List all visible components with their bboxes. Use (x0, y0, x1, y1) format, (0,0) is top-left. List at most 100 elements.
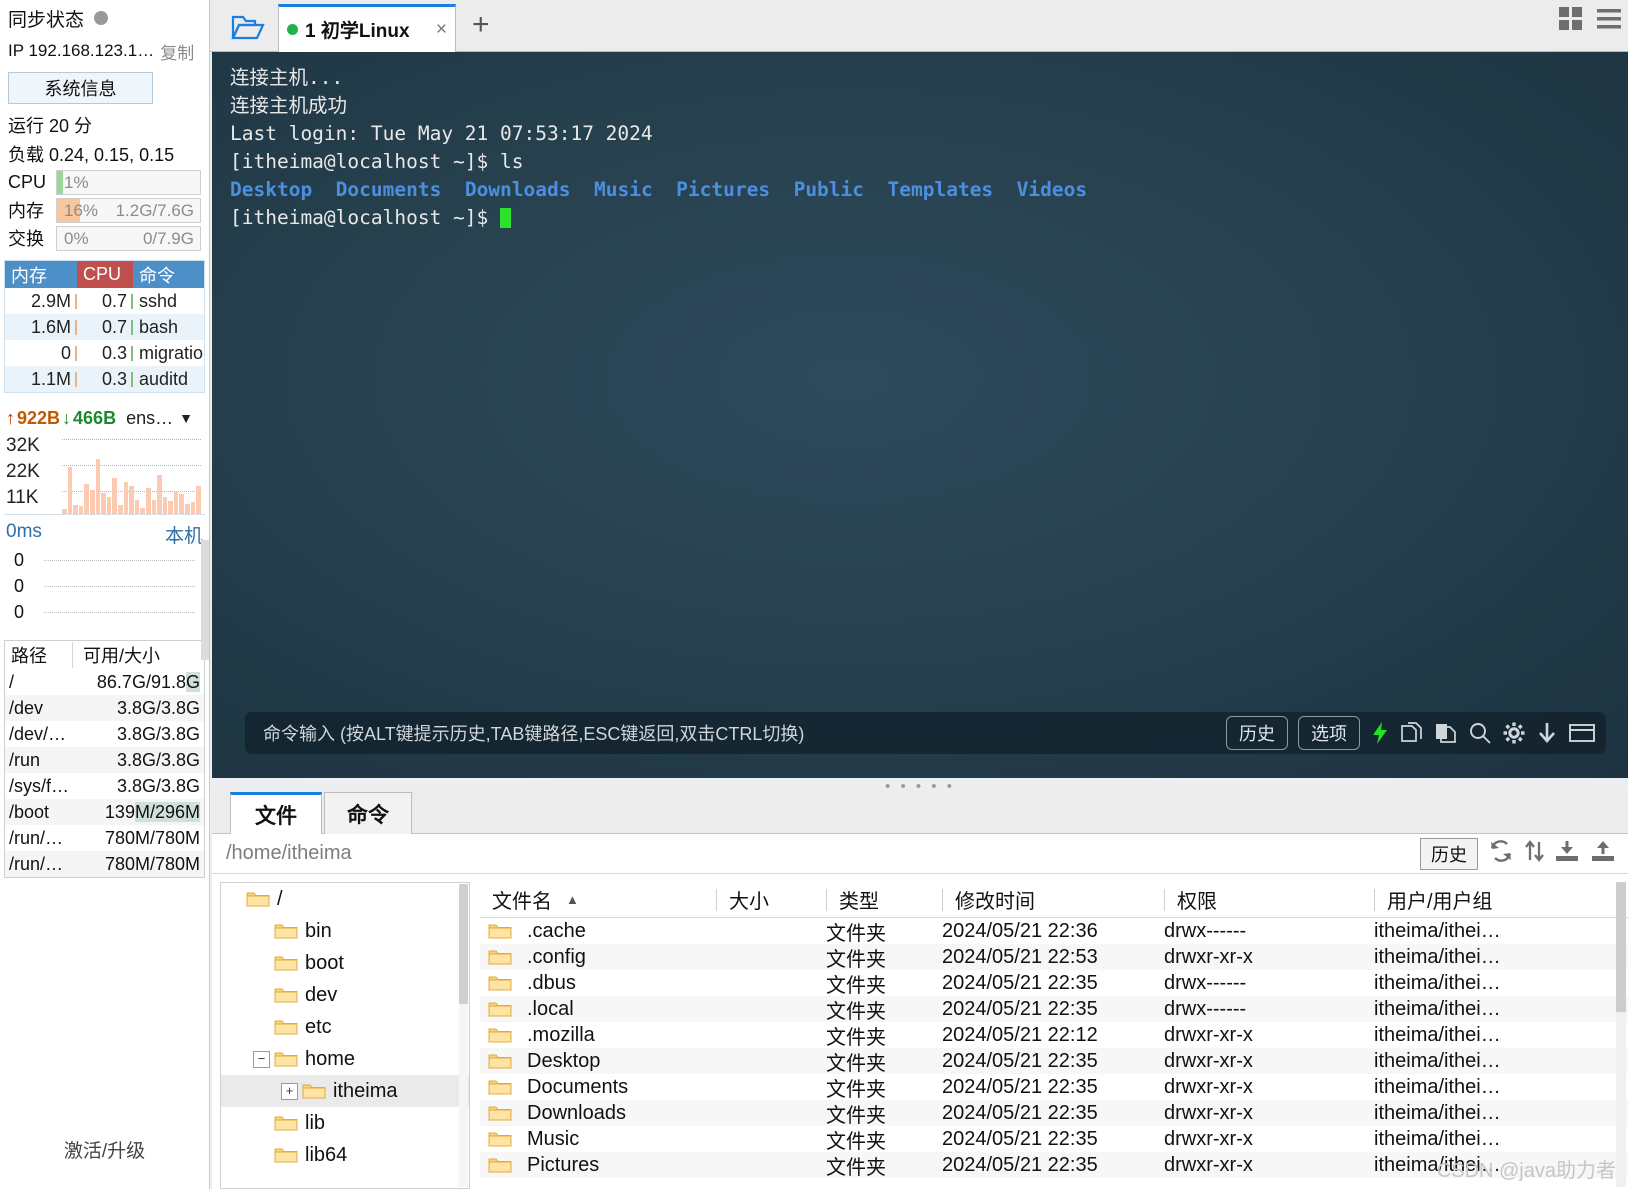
column-header-time[interactable]: 修改时间 (942, 888, 1164, 913)
new-tab-button[interactable]: + (472, 10, 490, 40)
table-row[interactable]: Music 文件夹 2024/05/21 22:35 drwxr-xr-x itheim… (480, 1126, 1628, 1153)
process-row[interactable]: 1.1M 0.3 auditd (5, 366, 204, 392)
process-col-mem[interactable]: 内存 (5, 261, 77, 288)
copy-ip-button[interactable]: 复制 (160, 39, 194, 64)
ip-row: IP 192.168.123.1… 复制 (0, 36, 209, 66)
history-button[interactable]: 历史 (1226, 716, 1288, 750)
tree-node-home[interactable]: − home (221, 1043, 469, 1075)
download-icon[interactable] (1536, 721, 1558, 745)
tree-node-dev[interactable]: dev (221, 979, 469, 1011)
command-input-bar[interactable]: 命令输入 (按ALT键提示历史,TAB键路径,ESC键返回,双击CTRL切换) … (245, 712, 1606, 754)
process-mem: 0 (5, 343, 77, 364)
tree-node-etc[interactable]: etc (221, 1011, 469, 1043)
session-tab-label: 1 初学Linux (305, 21, 410, 42)
table-row[interactable]: Desktop 文件夹 2024/05/21 22:35 drwxr-xr-x ithe… (480, 1048, 1628, 1075)
tree-node-boot[interactable]: boot (221, 947, 469, 979)
upload-icon[interactable] (1590, 839, 1616, 868)
column-header-type[interactable]: 类型 (826, 888, 942, 913)
close-icon[interactable]: × (436, 19, 447, 41)
tree-expander[interactable]: + (281, 1082, 298, 1100)
disk-row[interactable]: /run 3.8G/3.8G (5, 747, 204, 773)
process-col-cmd[interactable]: 命令 (133, 261, 204, 288)
disk-row[interactable]: /boot 139M/296M (5, 799, 204, 825)
table-row[interactable]: .local 文件夹 2024/05/21 22:35 drwx------ ithei… (480, 996, 1628, 1023)
disk-col-size[interactable]: 可用/大小 (73, 642, 204, 668)
gear-icon[interactable] (1502, 721, 1526, 745)
disk-row[interactable]: / 86.7G/91.8G (5, 669, 204, 695)
tree-node-root[interactable]: / (221, 883, 469, 915)
tree-scrollbar[interactable] (459, 884, 468, 1187)
chevron-down-icon[interactable]: ▼ (179, 410, 193, 426)
column-header-size[interactable]: 大小 (716, 888, 826, 913)
process-row[interactable]: 0 0.3 migratio (5, 340, 204, 366)
cell-name: .mozilla (480, 1024, 716, 1047)
process-row[interactable]: 2.9M 0.7 sshd (5, 288, 204, 314)
net-bar (67, 466, 73, 514)
tree-node-lib[interactable]: lib (221, 1107, 469, 1139)
current-path[interactable]: /home/itheima (226, 842, 352, 865)
sidebar-scrollbar[interactable] (201, 540, 209, 660)
table-row[interactable]: .dbus 文件夹 2024/05/21 22:35 drwx------ itheim… (480, 970, 1628, 997)
options-button[interactable]: 选项 (1298, 716, 1360, 750)
window-icon[interactable] (1568, 721, 1596, 745)
copy-icon[interactable] (1434, 721, 1458, 745)
activate-upgrade-link[interactable]: 激活/升级 (0, 1136, 209, 1163)
terminal-line: 连接主机... (230, 66, 344, 89)
hamburger-menu-icon[interactable] (1596, 6, 1622, 37)
tree-node-lib64[interactable]: lib64 (221, 1139, 469, 1171)
lat-ytick-2: 0 (14, 602, 25, 622)
session-tab[interactable]: 1 初学Linux × (278, 4, 456, 52)
cell-owner: itheima/ithei… (1374, 1127, 1501, 1150)
meter-label: CPU (8, 171, 47, 192)
disk-path: /run/… (9, 827, 64, 848)
disk-row[interactable]: /dev/… 3.8G/3.8G (5, 721, 204, 747)
meter-bar: 0% 0/7.9G (56, 225, 201, 251)
cell-name: Downloads (480, 1102, 716, 1125)
terminal-view[interactable]: 连接主机... 连接主机成功 Last login: Tue May 21 07:5… (212, 52, 1628, 778)
status-sidebar: 同步状态 IP 192.168.123.1… 复制 系统信息 运行 20 分 负… (0, 0, 210, 1189)
tab-files[interactable]: 文件 (230, 792, 322, 834)
download-icon[interactable] (1554, 839, 1580, 868)
tree-node-itheima[interactable]: + itheima (221, 1075, 469, 1107)
net-bar (84, 483, 89, 514)
meter-row-CPU: CPU 1% (0, 168, 209, 196)
refresh-icon[interactable] (1488, 839, 1514, 868)
sort-icon[interactable] (1524, 839, 1544, 868)
process-col-cpu[interactable]: CPU (77, 261, 133, 288)
tab-commands[interactable]: 命令 (324, 792, 412, 834)
table-row[interactable]: Downloads 文件夹 2024/05/21 22:35 drwxr-xr-x it… (480, 1100, 1628, 1127)
file-history-button[interactable]: 历史 (1420, 837, 1478, 870)
table-row[interactable]: Documents 文件夹 2024/05/21 22:35 drwxr-xr-x it… (480, 1074, 1628, 1101)
sort-ascending-icon: ▲ (566, 892, 579, 907)
process-row[interactable]: 1.6M 0.7 bash (5, 314, 204, 340)
disk-row[interactable]: /dev 3.8G/3.8G (5, 695, 204, 721)
lightning-icon[interactable] (1370, 721, 1390, 745)
open-folder-icon[interactable] (222, 8, 274, 46)
net-bar (173, 491, 179, 514)
net-bar (101, 493, 106, 514)
tree-expander[interactable]: − (253, 1050, 270, 1068)
system-info-button[interactable]: 系统信息 (8, 72, 153, 104)
latency-host-label[interactable]: 本机 (165, 521, 203, 548)
disk-row[interactable]: /sys/f… 3.8G/3.8G (5, 773, 204, 799)
tree-node-label: / (277, 887, 283, 910)
tree-node-bin[interactable]: bin (221, 915, 469, 947)
column-header-permissions[interactable]: 权限 (1164, 888, 1374, 913)
disk-row[interactable]: /run/… 780M/780M (5, 825, 204, 851)
directory-tree[interactable]: / bin boot dev etc − home + itheima lib lib64 (220, 882, 470, 1189)
column-header-owner[interactable]: 用户/用户组 (1374, 888, 1493, 913)
file-list-body: .cache 文件夹 2024/05/21 22:36 drwx------ ithei… (480, 918, 1628, 1179)
grid-view-icon[interactable] (1558, 6, 1584, 37)
file-list-scrollbar[interactable] (1616, 882, 1626, 1187)
table-row[interactable]: .mozilla 文件夹 2024/05/21 22:12 drwxr-xr-x ith… (480, 1022, 1628, 1049)
table-row[interactable]: .config 文件夹 2024/05/21 22:53 drwxr-xr-x ithe… (480, 944, 1628, 971)
column-header-name[interactable]: 文件名 ▲ (480, 889, 716, 913)
search-icon[interactable] (1468, 721, 1492, 745)
table-row[interactable]: .cache 文件夹 2024/05/21 22:36 drwx------ ithei… (480, 918, 1628, 945)
folder-icon (488, 1158, 512, 1173)
duplicate-icon[interactable] (1400, 721, 1424, 745)
network-interface-name[interactable]: ens… (126, 408, 173, 429)
disk-row[interactable]: /run/… 780M/780M (5, 851, 204, 877)
disk-col-path[interactable]: 路径 (5, 642, 73, 668)
process-table-body: 2.9M 0.7 sshd 1.6M 0.7 bash 0 0.3 migratio 1.1M 0.… (5, 288, 204, 392)
